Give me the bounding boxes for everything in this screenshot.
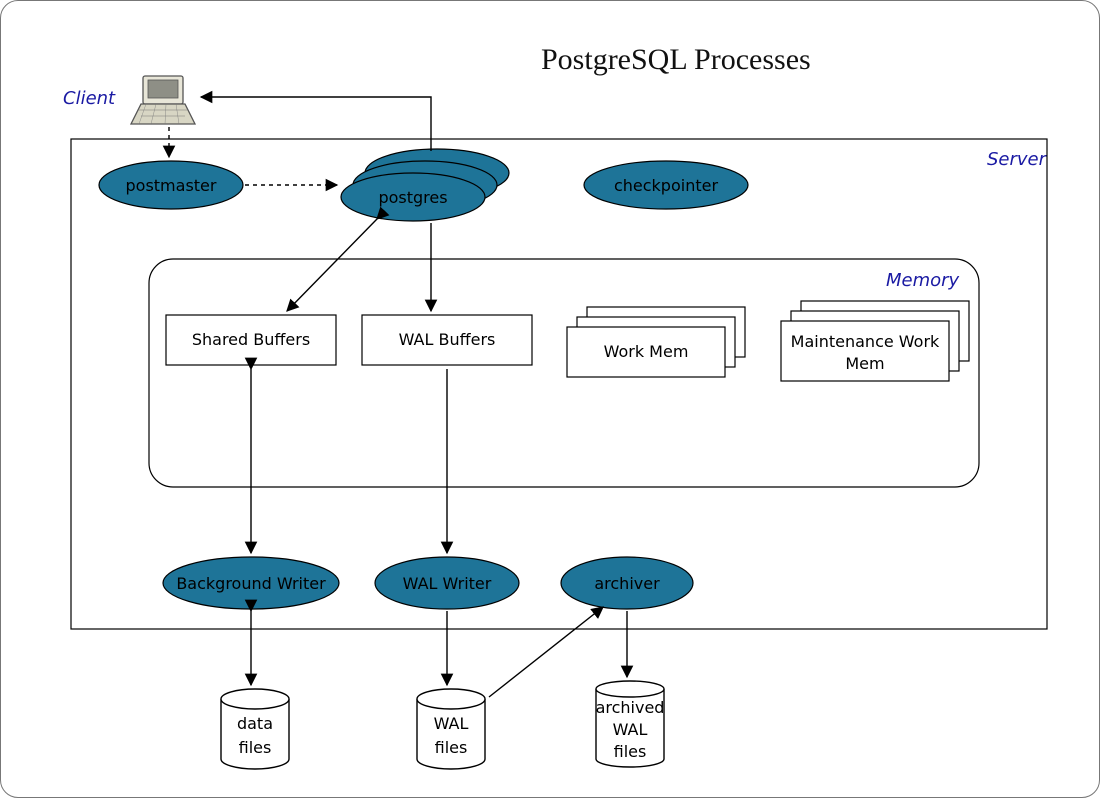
- checkpointer-node: checkpointer: [584, 161, 748, 209]
- diagram-svg: postmaster postgres checkpointer Shared …: [1, 1, 1100, 799]
- shared-buffers-node: Shared Buffers: [166, 315, 336, 365]
- postmaster-node: postmaster: [99, 161, 243, 209]
- background-writer-node: Background Writer: [163, 557, 339, 609]
- svg-text:postgres: postgres: [378, 188, 447, 207]
- svg-text:Work Mem: Work Mem: [604, 342, 689, 361]
- postgres-node: postgres: [341, 149, 509, 221]
- svg-text:WAL Writer: WAL Writer: [403, 574, 492, 593]
- archiver-node: archiver: [561, 557, 693, 609]
- svg-text:data: data: [237, 714, 273, 733]
- svg-text:files: files: [435, 738, 468, 757]
- laptop-icon: [131, 76, 195, 124]
- svg-text:archiver: archiver: [594, 574, 660, 593]
- wal-files-cylinder: WAL files: [417, 689, 485, 769]
- server-panel: [71, 139, 1047, 629]
- wal-writer-node: WAL Writer: [375, 557, 519, 609]
- svg-text:postmaster: postmaster: [126, 176, 217, 195]
- work-mem-node: Work Mem: [567, 307, 745, 377]
- data-files-cylinder: data files: [221, 689, 289, 769]
- svg-text:Background Writer: Background Writer: [176, 574, 326, 593]
- svg-text:WAL Buffers: WAL Buffers: [399, 330, 496, 349]
- wal-buffers-node: WAL Buffers: [362, 315, 532, 365]
- svg-text:Maintenance Work: Maintenance Work: [791, 332, 940, 351]
- diagram-canvas: { "title": "PostgreSQL Processes", "labe…: [0, 0, 1100, 798]
- edge-postgres-sharedbuffers: [287, 219, 377, 311]
- edge-walfiles-archiver: [489, 607, 603, 697]
- svg-text:Shared Buffers: Shared Buffers: [192, 330, 310, 349]
- svg-text:files: files: [239, 738, 272, 757]
- svg-text:files: files: [614, 742, 647, 761]
- svg-text:WAL: WAL: [613, 720, 648, 739]
- svg-text:Mem: Mem: [845, 354, 884, 373]
- svg-text:WAL: WAL: [434, 714, 469, 733]
- edge-postgres-client: [201, 97, 431, 151]
- svg-text:archived: archived: [596, 698, 665, 717]
- archived-wal-files-cylinder: archived WAL files: [596, 681, 665, 767]
- maintenance-work-mem-node: Maintenance Work Mem: [781, 301, 969, 381]
- svg-text:checkpointer: checkpointer: [614, 176, 718, 195]
